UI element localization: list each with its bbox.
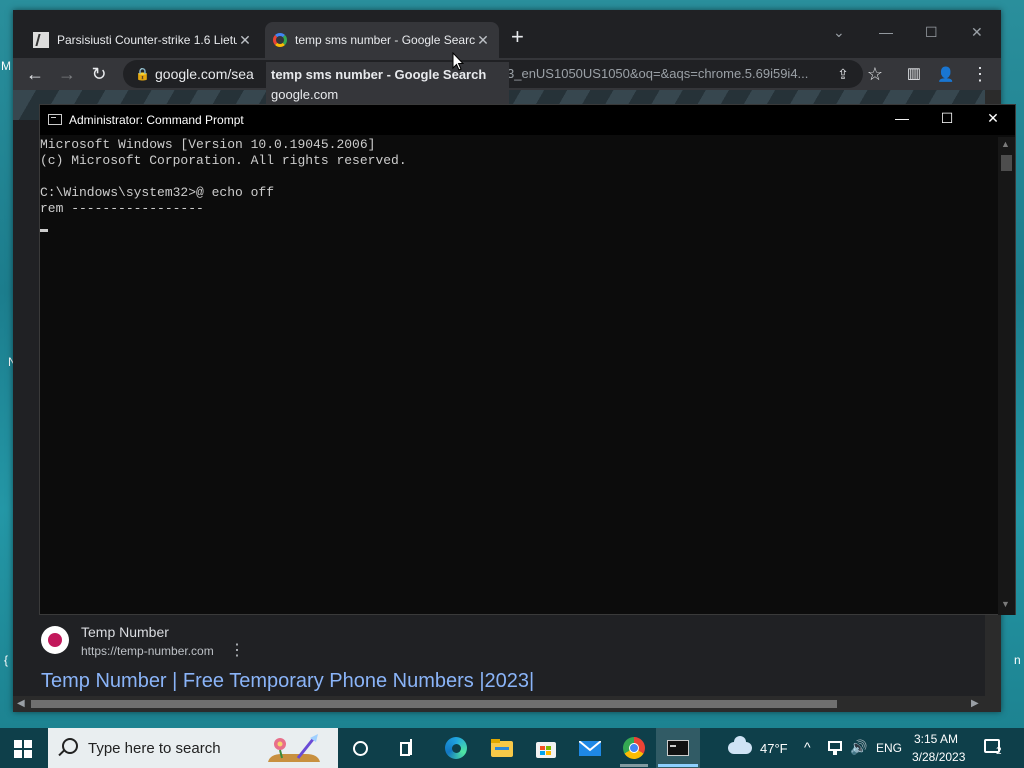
task-view-icon[interactable] bbox=[396, 736, 420, 760]
counter-strike-favicon-icon bbox=[33, 32, 49, 48]
horizontal-scrollbar[interactable]: ◀ ▶ bbox=[13, 696, 1001, 712]
desktop-icon-label: n bbox=[1014, 653, 1021, 667]
scroll-left-icon[interactable]: ◀ bbox=[17, 698, 25, 709]
side-panel-icon[interactable]: ▥ bbox=[902, 62, 926, 86]
taskbar-search-box[interactable]: Type here to search bbox=[48, 728, 338, 768]
notification-count: 2 bbox=[996, 746, 1002, 757]
windows-start-icon[interactable] bbox=[14, 740, 32, 758]
hover-card-url: google.com bbox=[271, 87, 339, 102]
chrome-icon[interactable] bbox=[622, 736, 646, 760]
console-line: Microsoft Windows [Version 10.0.19045.20… bbox=[40, 137, 376, 152]
result-site-name: Temp Number bbox=[81, 624, 169, 640]
command-prompt-window: Administrator: Command Prompt — ☐ ✕ Micr… bbox=[39, 104, 1016, 615]
language-indicator[interactable]: ENG bbox=[876, 741, 902, 761]
minimize-button[interactable]: — bbox=[879, 24, 893, 40]
console-line: C:\Windows\system32>@ echo off bbox=[40, 185, 275, 200]
site-logo-icon bbox=[41, 626, 69, 654]
scrollbar-thumb[interactable] bbox=[1001, 155, 1012, 171]
weather-temperature: 47°F bbox=[760, 741, 788, 756]
search-icon bbox=[62, 738, 78, 754]
notifications-button[interactable]: 2 bbox=[980, 728, 1010, 768]
scroll-down-icon[interactable]: ▼ bbox=[1001, 599, 1010, 609]
clock-date: 3/28/2023 bbox=[912, 750, 966, 764]
text-cursor bbox=[40, 229, 48, 232]
cmd-console-output[interactable]: Microsoft Windows [Version 10.0.19045.20… bbox=[40, 137, 998, 615]
command-prompt-icon[interactable] bbox=[666, 736, 690, 760]
chrome-running-indicator bbox=[620, 764, 648, 767]
search-highlight-illustration-icon bbox=[268, 734, 320, 762]
lock-icon: 🔒 bbox=[135, 67, 150, 81]
desktop-icon-label: M bbox=[1, 59, 11, 73]
result-url: https://temp-number.com bbox=[81, 644, 214, 658]
file-explorer-icon[interactable] bbox=[490, 736, 514, 760]
forward-button[interactable]: → bbox=[55, 62, 79, 86]
mail-icon[interactable] bbox=[578, 736, 602, 760]
back-button[interactable]: ← bbox=[23, 62, 47, 86]
cmd-running-indicator bbox=[658, 764, 698, 767]
cmd-title-bar[interactable]: Administrator: Command Prompt — ☐ ✕ bbox=[40, 105, 1015, 135]
tab-hover-card: temp sms number - Google Search google.c… bbox=[266, 62, 509, 108]
close-icon[interactable]: ✕ bbox=[237, 32, 253, 49]
address-text: google.com/sea bbox=[155, 66, 254, 82]
tab-counter-strike[interactable]: Parsisiusti Counter-strike 1.6 Lietu ✕ bbox=[25, 22, 261, 58]
cmd-vertical-scrollbar[interactable]: ▲ ▼ bbox=[998, 137, 1015, 615]
tray-overflow-chevron-icon[interactable]: ^ bbox=[804, 739, 811, 759]
volume-icon[interactable]: 🔊 bbox=[850, 739, 867, 759]
cmd-window-title: Administrator: Command Prompt bbox=[69, 113, 244, 127]
cortana-icon[interactable] bbox=[348, 736, 372, 760]
desktop-icon-label: { bbox=[4, 653, 9, 667]
scroll-up-icon[interactable]: ▲ bbox=[1001, 139, 1010, 149]
command-prompt-icon bbox=[48, 114, 62, 125]
result-link[interactable]: Temp Number | Free Temporary Phone Numbe… bbox=[41, 670, 534, 693]
console-line: (c) Microsoft Corporation. All rights re… bbox=[40, 153, 407, 168]
close-icon[interactable]: ✕ bbox=[475, 32, 491, 49]
cmd-maximize-button[interactable]: ☐ bbox=[932, 110, 962, 127]
cloud-icon-puff bbox=[734, 736, 746, 748]
store-icon[interactable] bbox=[534, 736, 558, 760]
scrollbar-thumb[interactable] bbox=[31, 700, 837, 708]
new-tab-button[interactable]: + bbox=[511, 26, 524, 48]
mouse-cursor-icon bbox=[452, 52, 464, 71]
share-icon[interactable]: ⇪ bbox=[831, 62, 855, 86]
tab-strip: Parsisiusti Counter-strike 1.6 Lietu ✕ t… bbox=[13, 10, 1001, 58]
scroll-right-icon[interactable]: ▶ bbox=[971, 698, 979, 709]
bookmark-star-icon[interactable]: ☆ bbox=[863, 62, 887, 86]
edge-icon[interactable] bbox=[444, 736, 468, 760]
tab-title: Parsisiusti Counter-strike 1.6 Lietu bbox=[57, 33, 237, 47]
google-favicon-icon bbox=[273, 33, 287, 47]
cmd-minimize-button[interactable]: — bbox=[887, 110, 917, 126]
reload-button[interactable]: ↻ bbox=[87, 62, 111, 86]
console-line: rem ----------------- bbox=[40, 201, 204, 216]
menu-kebab-icon[interactable]: ⋮ bbox=[968, 62, 992, 86]
search-placeholder: Type here to search bbox=[88, 740, 221, 757]
tab-search-dropdown-icon[interactable]: ⌄ bbox=[833, 24, 845, 41]
profile-icon[interactable]: 👤 bbox=[934, 62, 958, 86]
tab-title: temp sms number - Google Search bbox=[295, 33, 475, 47]
maximize-button[interactable]: ☐ bbox=[925, 24, 938, 41]
taskbar: Type here to search 47°F ^ 🔊 ENG 3:15 AM… bbox=[0, 728, 1024, 768]
close-window-button[interactable]: ✕ bbox=[971, 24, 983, 41]
clock[interactable]: 3:15 AM 3/28/2023 bbox=[910, 728, 970, 768]
clock-time: 3:15 AM bbox=[914, 732, 959, 746]
address-query-text: 3_enUS1050US1050&oq=&aqs=chrome.5.69i59i… bbox=[507, 66, 809, 81]
cmd-close-button[interactable]: ✕ bbox=[978, 110, 1008, 127]
more-options-icon[interactable]: ⋮ bbox=[229, 640, 245, 660]
weather-widget[interactable]: 47°F bbox=[726, 728, 792, 768]
